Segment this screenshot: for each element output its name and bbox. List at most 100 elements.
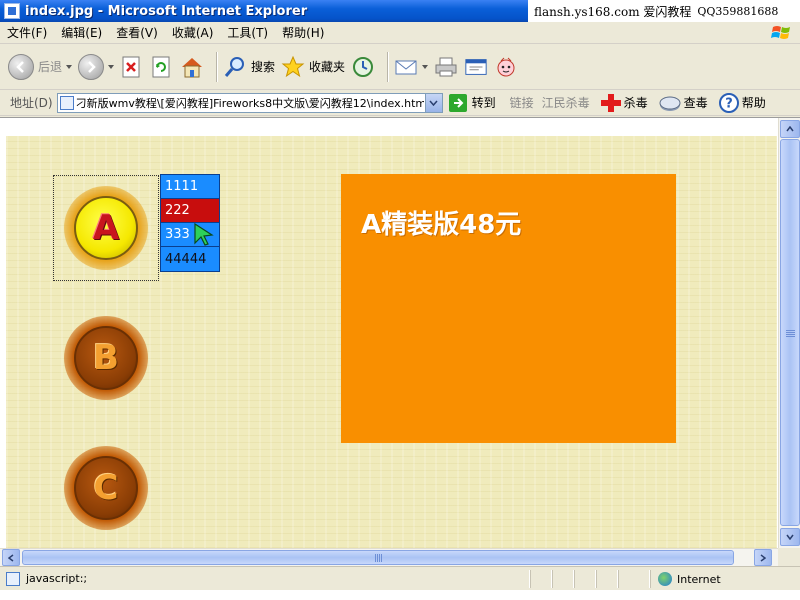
scrollbar-corner	[778, 548, 800, 566]
printer-icon	[434, 55, 458, 79]
submenu-item-2[interactable]: 222	[161, 199, 219, 223]
scroll-left-button[interactable]	[2, 549, 20, 566]
refresh-button[interactable]	[150, 49, 174, 85]
kill-virus-button[interactable]: 杀毒	[600, 93, 648, 113]
jiangmin-antivirus-button[interactable]: 江民杀毒	[542, 94, 590, 111]
option-c-button[interactable]: C	[62, 444, 150, 532]
chevron-down-icon	[429, 100, 438, 106]
menu-bar: 文件(F) 编辑(E) 查看(V) 收藏(A) 工具(T) 帮助(H)	[0, 22, 800, 44]
bottom-strip	[0, 590, 800, 600]
status-cell	[552, 570, 574, 588]
go-button[interactable]: 转到	[448, 93, 496, 112]
watermark-qq: QQ359881688	[697, 4, 779, 18]
chevron-up-icon	[786, 126, 794, 132]
submenu-item-4[interactable]: 44444	[161, 247, 219, 271]
menu-view[interactable]: 查看(V)	[109, 24, 165, 41]
scan-virus-button[interactable]: 查毒	[658, 93, 708, 113]
refresh-icon	[150, 55, 174, 79]
stop-button[interactable]	[120, 49, 144, 85]
toolbar-separator	[216, 51, 218, 82]
edit-button[interactable]	[464, 49, 488, 85]
windows-logo-icon	[771, 26, 790, 39]
svg-text:?: ?	[725, 96, 733, 111]
option-b-ring: B	[64, 316, 148, 400]
favorites-label: 收藏夹	[309, 60, 346, 74]
menu-help[interactable]: 帮助(H)	[275, 24, 331, 41]
vertical-scrollbar[interactable]	[778, 118, 800, 548]
address-bar: 地址(D) 刁新版wmv教程\[爱闪教程]Fireworks8中文版\爱闪教程1…	[0, 90, 800, 116]
option-a-ring: A	[64, 186, 148, 270]
menu-tools[interactable]: 工具(T)	[220, 24, 275, 41]
stop-icon	[120, 55, 144, 79]
submenu-item-2-label: 222	[165, 203, 190, 218]
window-title: index.jpg - Microsoft Internet Explorer	[25, 3, 308, 19]
search-button[interactable]: 搜索	[223, 49, 275, 85]
address-input[interactable]: 刁新版wmv教程\[爱闪教程]Fireworks8中文版\爱闪教程12\inde…	[56, 92, 443, 113]
option-b-button[interactable]: B	[62, 314, 150, 402]
address-label: 地址(D)	[10, 96, 53, 110]
links-button[interactable]: 链接	[510, 94, 534, 111]
scan-disc-icon	[659, 96, 681, 111]
horizontal-scrollbar[interactable]	[0, 548, 778, 566]
product-title: A精装版48元	[361, 210, 522, 240]
submenu-item-1-label: 1111	[165, 179, 199, 194]
favorites-button[interactable]: 收藏夹	[281, 49, 345, 85]
menu-favorites[interactable]: 收藏(A)	[165, 24, 221, 41]
status-bar: javascript:; Internet	[0, 566, 800, 590]
menu-file[interactable]: 文件(F)	[0, 24, 54, 41]
scroll-grip	[375, 554, 383, 562]
scroll-right-button[interactable]	[754, 549, 772, 566]
messenger-icon	[494, 55, 518, 79]
back-dropdown-icon[interactable]	[66, 64, 73, 69]
messenger-button[interactable]	[494, 49, 518, 85]
flash-content: A B C 1111 222 333 44444 A精装版48元	[6, 136, 777, 548]
address-dropdown-button[interactable]	[424, 93, 442, 112]
mail-button[interactable]	[394, 49, 429, 85]
title-bar: index.jpg - Microsoft Internet Explorer …	[0, 0, 800, 22]
scroll-down-button[interactable]	[780, 528, 800, 546]
status-cell	[530, 570, 552, 588]
address-value[interactable]: 刁新版wmv教程\[爱闪教程]Fireworks8中文版\爱闪教程12\inde…	[76, 95, 424, 111]
option-a-button[interactable]: A	[62, 184, 150, 272]
status-cell	[596, 570, 618, 588]
scroll-up-button[interactable]	[780, 120, 800, 138]
chevron-down-icon	[786, 534, 794, 540]
mail-dropdown-icon[interactable]	[422, 64, 429, 69]
ie-page-icon	[4, 3, 20, 19]
toolbar-separator	[387, 51, 389, 82]
watermark-site: flansh.ys168.com 爱闪教程	[534, 4, 692, 19]
help-question-icon: ?	[718, 92, 739, 113]
option-c-letter: C	[74, 456, 138, 520]
go-label: 转到	[471, 96, 496, 110]
forward-button[interactable]	[78, 49, 115, 85]
globe-icon	[658, 572, 672, 586]
submenu-item-3-label: 333	[165, 227, 190, 242]
horizontal-scroll-thumb[interactable]	[22, 550, 734, 565]
help-label: 帮助	[741, 96, 766, 110]
security-zone[interactable]: Internet	[658, 570, 721, 588]
back-arrow-icon	[8, 53, 34, 80]
submenu-item-4-label: 44444	[165, 251, 207, 267]
browser-viewport: A B C 1111 222 333 44444 A精装版48元	[0, 117, 800, 566]
page-icon	[59, 95, 74, 110]
zone-label: Internet	[677, 572, 721, 586]
submenu-item-1[interactable]: 1111	[161, 175, 219, 199]
history-icon	[351, 55, 375, 79]
search-icon	[223, 55, 247, 79]
forward-dropdown-icon[interactable]	[108, 64, 115, 69]
print-button[interactable]	[434, 49, 458, 85]
status-cell	[574, 570, 596, 588]
history-button[interactable]	[351, 49, 375, 85]
status-page-icon	[6, 571, 20, 586]
vertical-scroll-thumb[interactable]	[780, 139, 800, 526]
search-label: 搜索	[251, 60, 276, 74]
help-button[interactable]: ? 帮助	[718, 92, 766, 114]
back-label: 后退	[38, 60, 63, 74]
back-button[interactable]: 后退	[8, 49, 73, 85]
kill-virus-label: 杀毒	[623, 96, 648, 110]
home-button[interactable]	[180, 49, 204, 85]
menu-edit[interactable]: 编辑(E)	[54, 24, 109, 41]
favorites-star-icon	[281, 55, 305, 79]
mouse-cursor-icon	[194, 222, 214, 246]
option-a-letter: A	[74, 196, 138, 260]
